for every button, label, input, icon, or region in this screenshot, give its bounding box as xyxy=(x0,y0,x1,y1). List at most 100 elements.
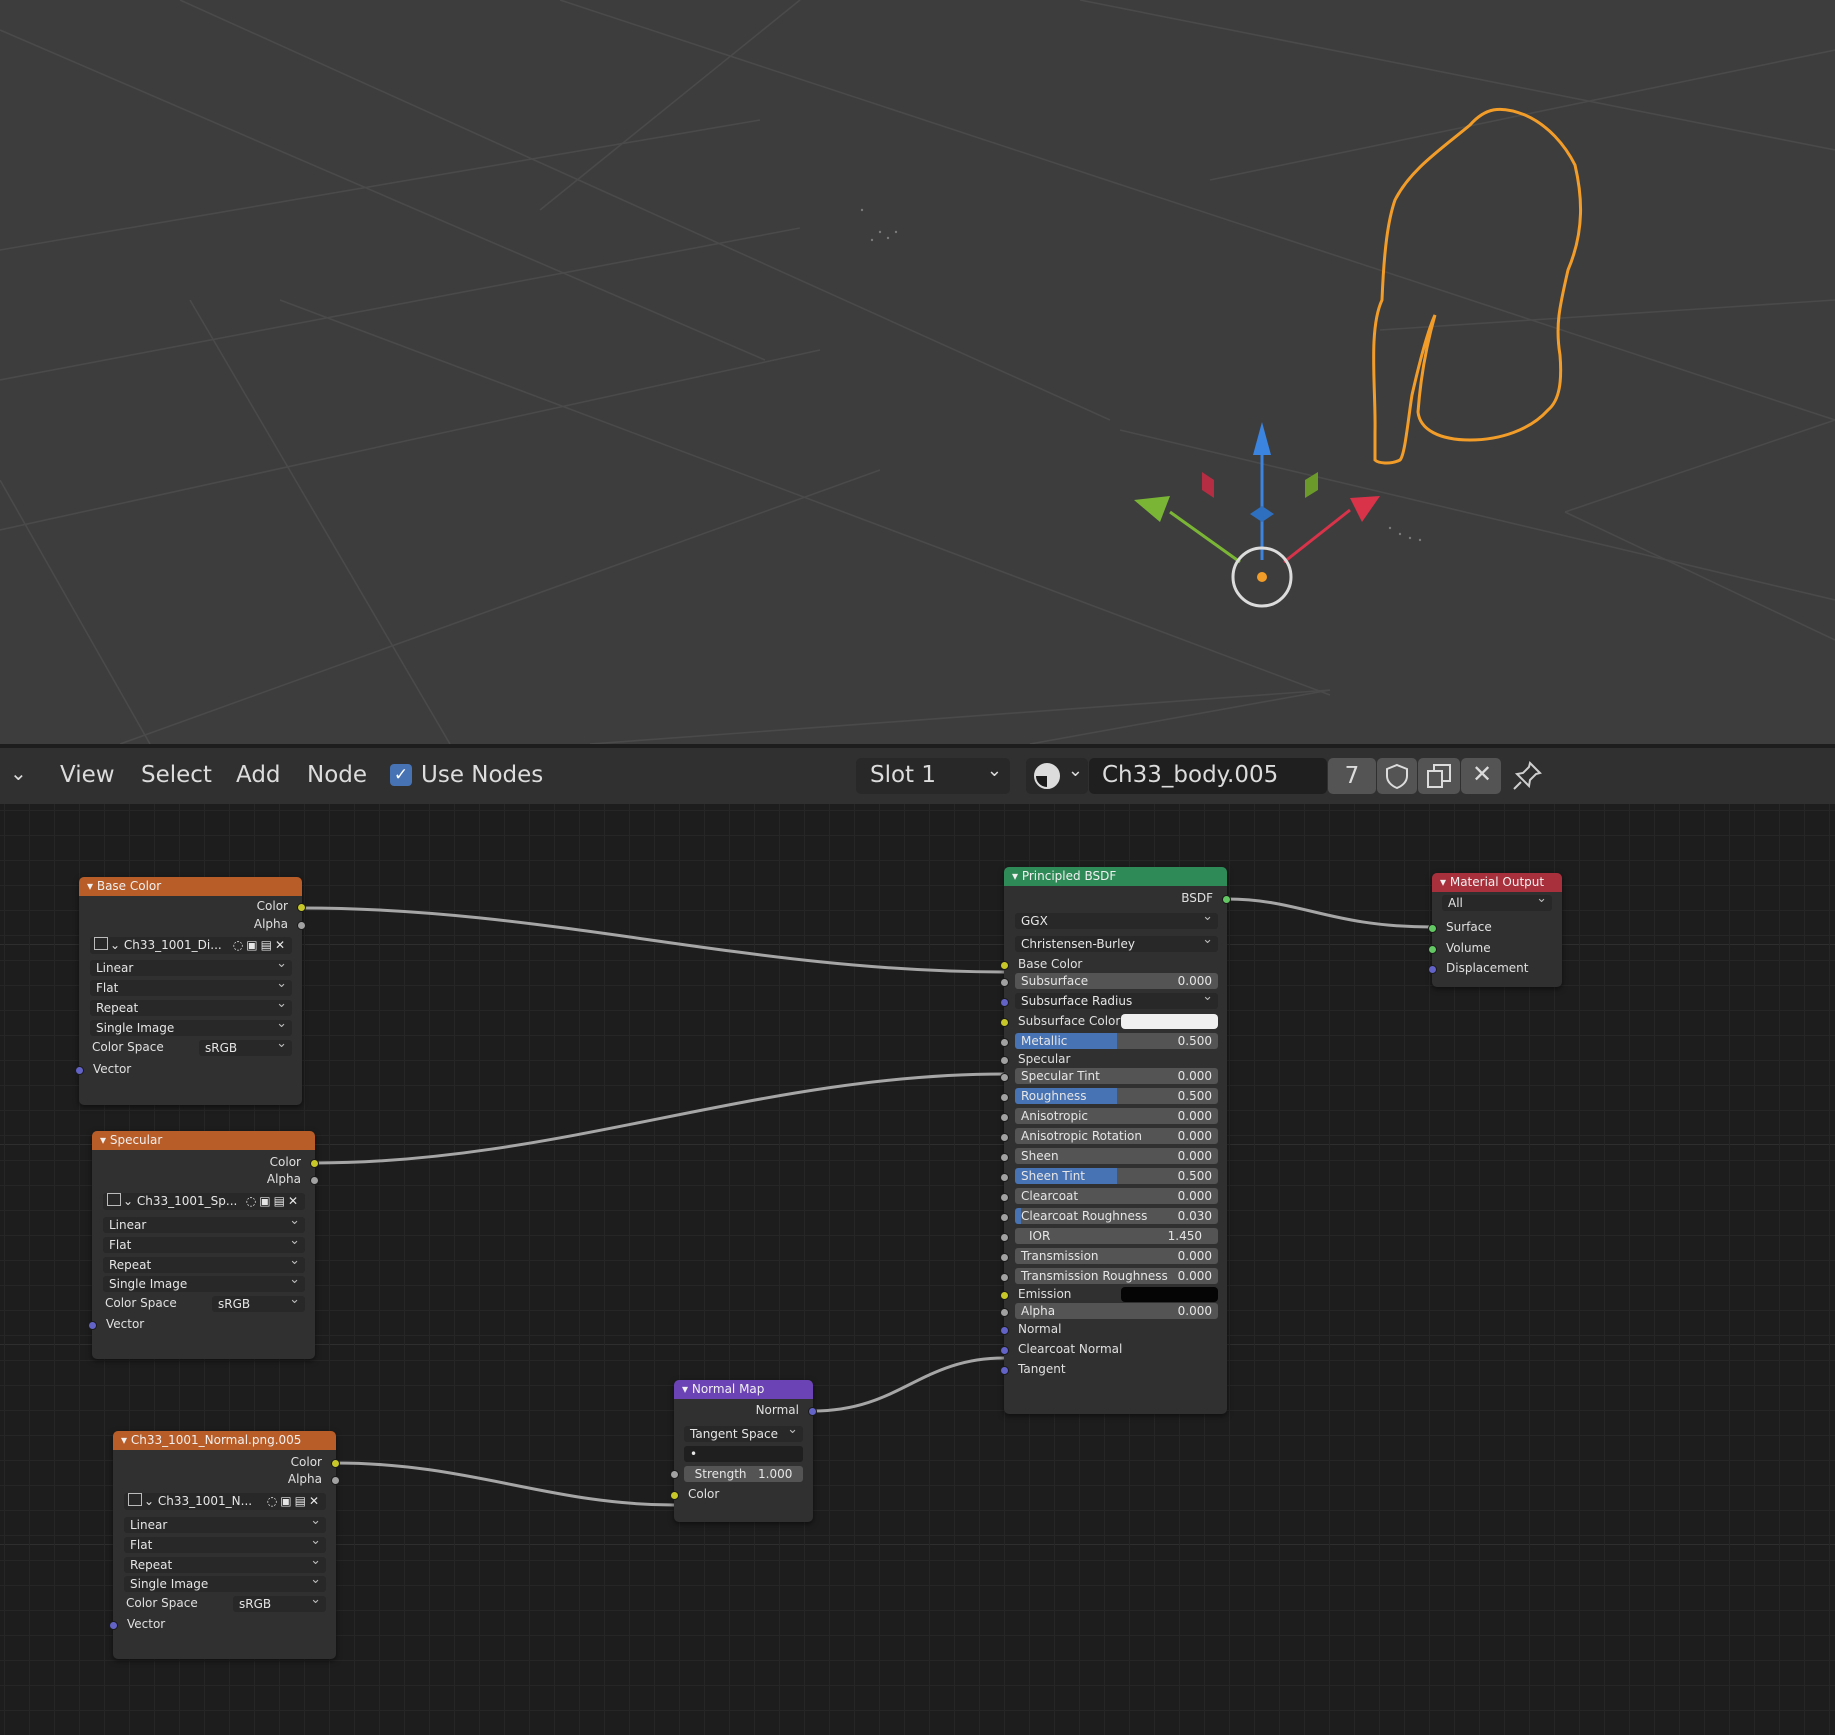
3d-viewport[interactable] xyxy=(0,0,1835,744)
float-socket[interactable] xyxy=(1000,1113,1009,1122)
node-header[interactable]: ▾ Normal Map xyxy=(674,1380,813,1399)
vector-socket[interactable] xyxy=(75,1066,84,1075)
anisotropic-rotation-field[interactable]: Anisotropic Rotation 0.000 xyxy=(1015,1128,1218,1144)
duplicate-material-button[interactable] xyxy=(1418,758,1460,794)
color-socket[interactable] xyxy=(1000,1018,1009,1027)
collapse-arrow-icon[interactable]: ▾ xyxy=(1440,875,1450,889)
transmission-field[interactable]: Transmission 0.000 xyxy=(1015,1248,1218,1264)
image-selector[interactable]: ⌄ Ch33_1001_Sp... ◌▣▤✕ xyxy=(103,1193,305,1210)
subsurface-field[interactable]: Subsurface 0.000 xyxy=(1015,973,1218,989)
transmission-roughness-field[interactable]: Transmission Roughness 0.000 xyxy=(1015,1268,1218,1284)
float-socket[interactable] xyxy=(310,1176,319,1185)
ior-field[interactable]: IOR 1.450 xyxy=(1015,1228,1218,1244)
color-socket[interactable] xyxy=(670,1491,679,1500)
node-material-output[interactable]: ▾ Material Output All Surface Volume Dis… xyxy=(1428,873,1562,987)
image-selector[interactable]: ⌄ Ch33_1001_N... ◌▣▤✕ xyxy=(124,1493,326,1510)
node-header[interactable]: ▾ Base Color xyxy=(79,877,302,896)
node-header[interactable]: ▾ Principled BSDF xyxy=(1004,867,1227,886)
roughness-field[interactable]: Roughness 0.500 xyxy=(1015,1088,1218,1104)
float-socket[interactable] xyxy=(1000,1308,1009,1317)
shader-socket[interactable] xyxy=(1222,895,1231,904)
metallic-field[interactable]: Metallic 0.500 xyxy=(1015,1033,1218,1049)
vector-socket[interactable] xyxy=(1000,1366,1009,1375)
float-socket[interactable] xyxy=(1000,1133,1009,1142)
collapse-arrow-icon[interactable]: ▾ xyxy=(121,1433,131,1447)
float-socket[interactable] xyxy=(297,921,306,930)
float-socket[interactable] xyxy=(1000,1213,1009,1222)
vector-socket[interactable] xyxy=(109,1621,118,1630)
color-space-dropdown[interactable]: sRGB xyxy=(233,1596,326,1612)
unlink-material-button[interactable]: ✕ xyxy=(1461,758,1501,794)
clearcoat-field[interactable]: Clearcoat 0.000 xyxy=(1015,1188,1218,1204)
node-normal-texture[interactable]: ▾ Ch33_1001_Normal.png.005 Color Alpha ⌄… xyxy=(109,1431,340,1659)
node-specular-texture[interactable]: ▾ Specular Color Alpha ⌄ Ch33_1001_Sp...… xyxy=(88,1131,319,1359)
interpolation-dropdown[interactable]: Linear xyxy=(90,960,292,976)
user-count-button[interactable]: 7 xyxy=(1328,758,1376,794)
color-socket[interactable] xyxy=(310,1159,319,1168)
float-socket[interactable] xyxy=(1000,1253,1009,1262)
float-socket[interactable] xyxy=(1000,1193,1009,1202)
material-browse-button[interactable]: ⌄ xyxy=(1026,758,1088,794)
float-socket[interactable] xyxy=(1000,1173,1009,1182)
color-socket[interactable] xyxy=(1000,961,1009,970)
float-socket[interactable] xyxy=(1000,1093,1009,1102)
projection-dropdown[interactable]: Flat xyxy=(103,1237,305,1253)
color-socket[interactable] xyxy=(331,1459,340,1468)
float-socket[interactable] xyxy=(1000,1153,1009,1162)
collapse-arrow-icon[interactable]: ▾ xyxy=(100,1133,110,1147)
float-socket[interactable] xyxy=(1000,1233,1009,1242)
slot-dropdown[interactable]: Slot 1 ⌄ xyxy=(856,758,1010,794)
selected-mesh-outline[interactable] xyxy=(1372,107,1583,465)
interpolation-dropdown[interactable]: Linear xyxy=(103,1217,305,1233)
color-space-dropdown[interactable]: sRGB xyxy=(212,1296,305,1312)
specular-tint-field[interactable]: Specular Tint 0.000 xyxy=(1015,1068,1218,1084)
menu-node[interactable]: Node xyxy=(307,762,367,788)
vector-socket[interactable] xyxy=(1428,965,1437,974)
node-principled-bsdf[interactable]: ▾ Principled BSDF BSDF GGX Christensen-B… xyxy=(1000,867,1231,1414)
vector-socket[interactable] xyxy=(88,1321,97,1330)
float-socket[interactable] xyxy=(331,1476,340,1485)
image-actions[interactable]: ◌▣▤✕ xyxy=(232,937,288,954)
node-header[interactable]: ▾ Specular xyxy=(92,1131,315,1150)
fake-user-button[interactable] xyxy=(1377,758,1417,794)
collapse-arrow-icon[interactable]: ▾ xyxy=(682,1382,692,1396)
sheen-tint-field[interactable]: Sheen Tint 0.500 xyxy=(1015,1168,1218,1184)
menu-select[interactable]: Select xyxy=(141,762,212,788)
collapse-arrow-icon[interactable]: ▾ xyxy=(1012,869,1022,883)
float-socket[interactable] xyxy=(1000,1073,1009,1082)
node-header[interactable]: ▾ Material Output xyxy=(1432,873,1562,892)
projection-dropdown[interactable]: Flat xyxy=(124,1537,326,1553)
image-selector[interactable]: ⌄ Ch33_1001_Di... ◌▣▤✕ xyxy=(90,937,292,954)
sheen-field[interactable]: Sheen 0.000 xyxy=(1015,1148,1218,1164)
node-base-color-texture[interactable]: ▾ Base Color Color Alpha ⌄ Ch33_1001_Di.… xyxy=(75,877,306,1105)
float-socket[interactable] xyxy=(1000,1273,1009,1282)
transform-gizmo[interactable] xyxy=(1134,422,1380,608)
float-socket[interactable] xyxy=(1000,1038,1009,1047)
emission-color-swatch[interactable] xyxy=(1121,1287,1218,1302)
editor-type-dropdown-icon[interactable]: ⌄ xyxy=(10,761,27,785)
extension-dropdown[interactable]: Repeat xyxy=(103,1257,305,1273)
shader-socket[interactable] xyxy=(1428,924,1437,933)
color-space-dropdown[interactable]: sRGB xyxy=(199,1040,292,1056)
float-socket[interactable] xyxy=(1000,978,1009,987)
menu-view[interactable]: View xyxy=(60,762,115,788)
subsurface-radius-field[interactable]: Subsurface Radius xyxy=(1015,993,1218,1009)
uv-map-field[interactable]: • xyxy=(684,1446,803,1462)
shader-socket[interactable] xyxy=(1428,945,1437,954)
extension-dropdown[interactable]: Repeat xyxy=(124,1557,326,1573)
node-normal-map[interactable]: ▾ Normal Map Normal Tangent Space • Stre… xyxy=(670,1380,817,1522)
source-dropdown[interactable]: Single Image xyxy=(124,1576,326,1592)
use-nodes-checkbox[interactable]: ✓ xyxy=(390,764,412,786)
strength-field[interactable]: Strength 1.000 xyxy=(684,1466,803,1482)
anisotropic-field[interactable]: Anisotropic 0.000 xyxy=(1015,1108,1218,1124)
alpha-field[interactable]: Alpha 0.000 xyxy=(1015,1303,1218,1319)
pin-icon[interactable] xyxy=(1511,760,1543,792)
subsurface-color-swatch[interactable] xyxy=(1121,1014,1218,1029)
color-socket[interactable] xyxy=(297,903,306,912)
float-socket[interactable] xyxy=(1000,1056,1009,1065)
image-actions[interactable]: ◌▣▤✕ xyxy=(245,1193,301,1210)
menu-add[interactable]: Add xyxy=(236,762,281,788)
vector-socket[interactable] xyxy=(1000,1346,1009,1355)
clearcoat-roughness-field[interactable]: Clearcoat Roughness 0.030 xyxy=(1015,1208,1218,1224)
interpolation-dropdown[interactable]: Linear xyxy=(124,1517,326,1533)
